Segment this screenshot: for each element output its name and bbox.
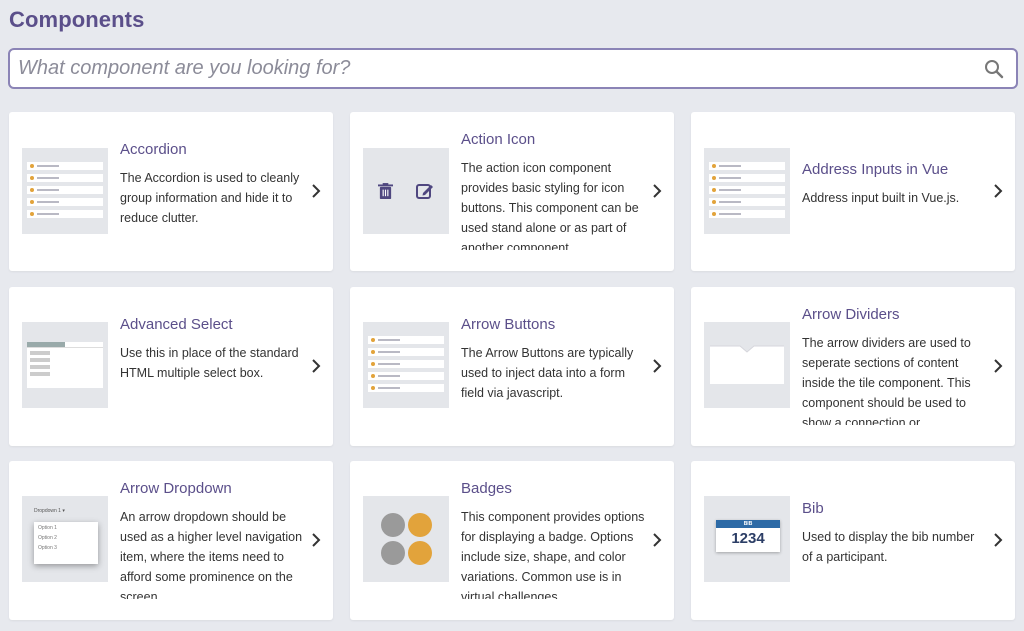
card-title[interactable]: Arrow Buttons bbox=[461, 315, 647, 335]
card-title[interactable]: Bib bbox=[802, 499, 988, 519]
dropdown-option: Option 3 bbox=[38, 545, 57, 551]
bib-number: 1234 bbox=[731, 530, 765, 547]
chevron-right-icon[interactable] bbox=[652, 532, 662, 548]
chevron-right-icon[interactable] bbox=[652, 358, 662, 374]
component-card-accordion[interactable]: Accordion The Accordion is used to clean… bbox=[9, 112, 333, 271]
component-card-bib[interactable]: BIB 1234 Bib Used to display the bib num… bbox=[691, 461, 1015, 620]
card-description: The arrow dividers are used to seperate … bbox=[802, 336, 971, 425]
card-description: The action icon component provides basic… bbox=[461, 161, 639, 250]
bib-header: BIB bbox=[716, 520, 780, 528]
search-input[interactable] bbox=[18, 50, 978, 87]
card-title[interactable]: Address Inputs in Vue bbox=[802, 160, 988, 180]
card-thumbnail bbox=[363, 148, 449, 234]
dropdown-option: Option 1 bbox=[38, 525, 57, 531]
edit-icon bbox=[416, 184, 433, 199]
bib-preview: BIB 1234 bbox=[716, 520, 780, 552]
page-title: Components bbox=[9, 7, 145, 32]
badges-illustration bbox=[381, 513, 432, 565]
search-icon[interactable] bbox=[984, 59, 1004, 79]
chevron-right-icon[interactable] bbox=[993, 358, 1003, 374]
component-card-badges[interactable]: Badges This component provides options f… bbox=[350, 461, 674, 620]
divider-illustration bbox=[710, 345, 784, 384]
card-description: Used to display the bib number of a part… bbox=[802, 530, 975, 564]
component-card-advanced-select[interactable]: Advanced Select Use this in place of the… bbox=[9, 287, 333, 446]
dropdown-menu-preview: Option 1 Option 2 Option 3 bbox=[34, 522, 98, 564]
card-thumbnail: BIB 1234 bbox=[704, 496, 790, 582]
card-description: An arrow dropdown should be used as a hi… bbox=[120, 510, 303, 599]
chevron-right-icon[interactable] bbox=[652, 183, 662, 199]
card-description: The Arrow Buttons are typically used to … bbox=[461, 346, 634, 400]
component-card-action-icon[interactable]: Action Icon The action icon component pr… bbox=[350, 112, 674, 271]
card-description: The Accordion is used to cleanly group i… bbox=[120, 171, 300, 225]
card-thumbnail bbox=[363, 496, 449, 582]
card-title[interactable]: Action Icon bbox=[461, 130, 647, 150]
chevron-right-icon[interactable] bbox=[311, 532, 321, 548]
chevron-right-icon[interactable] bbox=[993, 532, 1003, 548]
card-thumbnail bbox=[704, 148, 790, 234]
chevron-right-icon[interactable] bbox=[993, 183, 1003, 199]
chevron-right-icon[interactable] bbox=[311, 183, 321, 199]
dropdown-option: Option 2 bbox=[38, 535, 57, 541]
component-card-address-inputs[interactable]: Address Inputs in Vue Address input buil… bbox=[691, 112, 1015, 271]
card-title[interactable]: Badges bbox=[461, 479, 647, 499]
card-thumbnail bbox=[363, 322, 449, 408]
card-thumbnail: Dropdown 1 ▾ Option 1 Option 2 Option 3 bbox=[22, 496, 108, 582]
card-description: Use this in place of the standard HTML m… bbox=[120, 346, 299, 380]
card-description: Address input built in Vue.js. bbox=[802, 191, 960, 205]
component-card-arrow-dividers[interactable]: Arrow Dividers The arrow dividers are us… bbox=[691, 287, 1015, 446]
component-card-arrow-dropdown[interactable]: Dropdown 1 ▾ Option 1 Option 2 Option 3 … bbox=[9, 461, 333, 620]
card-thumbnail bbox=[704, 322, 790, 408]
dropdown-label: Dropdown 1 ▾ bbox=[34, 508, 65, 514]
component-card-arrow-buttons[interactable]: Arrow Buttons The Arrow Buttons are typi… bbox=[350, 287, 674, 446]
search-bar[interactable] bbox=[8, 48, 1018, 89]
card-description: This component provides options for disp… bbox=[461, 510, 645, 599]
card-title[interactable]: Advanced Select bbox=[120, 315, 306, 335]
trash-icon bbox=[378, 183, 393, 199]
chevron-right-icon[interactable] bbox=[311, 358, 321, 374]
card-thumbnail bbox=[22, 322, 108, 408]
card-title[interactable]: Arrow Dividers bbox=[802, 305, 988, 325]
card-title[interactable]: Arrow Dropdown bbox=[120, 479, 306, 499]
card-thumbnail bbox=[22, 148, 108, 234]
card-title[interactable]: Accordion bbox=[120, 140, 306, 160]
